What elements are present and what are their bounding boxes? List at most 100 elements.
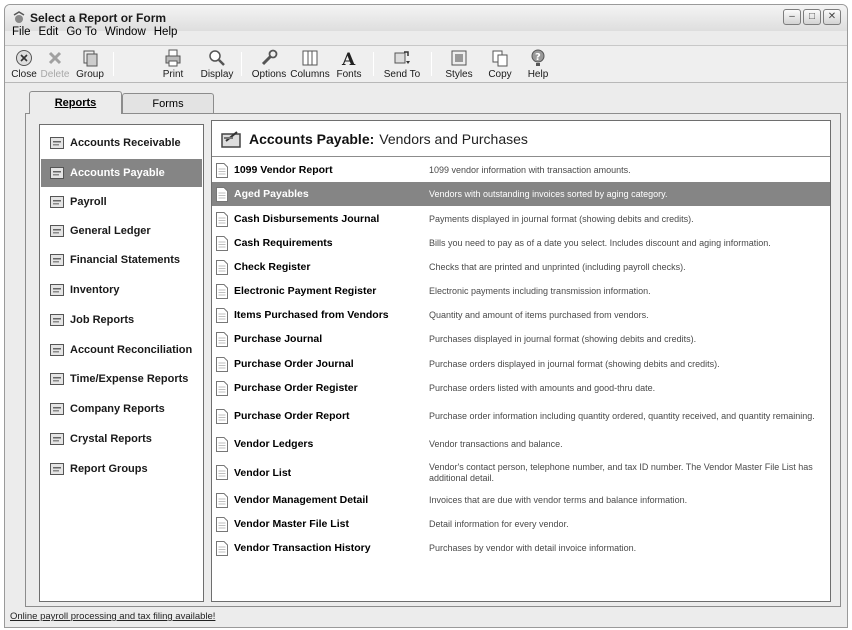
payroll-promo-link[interactable]: Online payroll processing and tax filing…	[10, 611, 215, 622]
tab-reports-label: Reports	[54, 97, 97, 109]
menu-file[interactable]: File	[8, 25, 35, 41]
report-description: Quantity and amount of items purchased f…	[429, 309, 649, 320]
report-name: Vendor Ledgers	[234, 438, 314, 450]
sidebar-item[interactable]: Account Reconciliation	[41, 336, 202, 364]
report-row[interactable]: Cash Disbursements Journal Payments displ…	[212, 207, 830, 231]
tab-reports[interactable]: Reports	[29, 91, 122, 114]
copy-button[interactable]: Copy	[485, 48, 515, 82]
report-row[interactable]: Purchase Order Journal Purchase orders di…	[212, 352, 830, 376]
window-title: Select a Report or Form	[30, 11, 167, 25]
report-name: 1099 Vendor Report	[234, 164, 333, 176]
report-row[interactable]: Check Register Checks that are printed an…	[212, 255, 830, 279]
report-name: Vendor Management Detail	[234, 494, 369, 506]
options-label: Options	[251, 69, 287, 80]
fonts-icon: A	[341, 50, 356, 68]
report-row[interactable]: Electronic Payment Register Electronic pa…	[212, 279, 830, 303]
report-description: Payments displayed in journal format (sh…	[429, 213, 694, 224]
report-row[interactable]: Cash Requirements Bills you need to pay a…	[212, 231, 830, 255]
menu-goto[interactable]: Go To	[62, 25, 100, 41]
fonts-button[interactable]: A Fonts	[335, 48, 363, 82]
sidebar-item-label: Payroll	[70, 196, 107, 208]
account-reconciliation-icon	[50, 344, 64, 356]
report-description: Detail information for every vendor.	[429, 518, 569, 529]
menu-window[interactable]: Window	[101, 25, 150, 41]
tab-forms[interactable]: Forms	[122, 93, 214, 113]
report-row[interactable]: Vendor Management Detail Invoices that ar…	[212, 488, 830, 512]
styles-icon	[451, 50, 467, 66]
copy-label: Copy	[488, 69, 512, 80]
report-description: Vendor transactions and balance.	[429, 438, 563, 449]
print-button[interactable]: Print	[161, 48, 185, 82]
tab-forms-label: Forms	[152, 97, 184, 110]
accounts-payable-header-icon	[221, 130, 241, 148]
help-button[interactable]: ? Help	[525, 48, 551, 82]
report-row[interactable]: Aged Payables Vendors with outstanding in…	[212, 182, 830, 206]
reports-panel: Accounts Receivable Accounts Payable Payro…	[25, 113, 841, 607]
report-row[interactable]: Vendor List Vendor's contact person, tele…	[212, 457, 830, 488]
report-description: Purchase orders displayed in journal for…	[429, 358, 720, 369]
sidebar-item-label: Job Reports	[70, 314, 135, 326]
report-description: Vendors with outstanding invoices sorted…	[429, 188, 668, 199]
report-row[interactable]: Purchase Journal Purchases displayed in j…	[212, 327, 830, 351]
report-name: Purchase Order Journal	[234, 358, 354, 370]
report-description: Purchases by vendor with detail invoice …	[429, 542, 637, 553]
report-description: Vendor's contact person, telephone numbe…	[429, 461, 813, 483]
delete-button[interactable]: Delete	[41, 48, 69, 82]
crystal-reports-icon	[50, 433, 64, 445]
report-description: 1099 vendor information with transaction…	[429, 164, 631, 175]
minimize-button[interactable]: ‒	[783, 9, 801, 25]
send-to-button[interactable]: Send To	[383, 48, 421, 82]
report-document-icon	[216, 436, 228, 452]
report-name: Purchase Order Register	[234, 382, 358, 394]
close-window-button[interactable]: ✕	[823, 9, 841, 25]
display-icon	[209, 50, 225, 66]
report-row[interactable]: Items Purchased from Vendors Quantity and…	[212, 303, 830, 327]
print-label: Print	[162, 69, 184, 80]
sidebar-item[interactable]: Payroll	[41, 188, 202, 216]
sidebar-item[interactable]: Accounts Receivable	[41, 129, 202, 157]
sidebar-item[interactable]: Report Groups	[41, 455, 202, 483]
sidebar-item[interactable]: Inventory	[41, 276, 202, 304]
report-row[interactable]: 1099 Vendor Report 1099 vendor informatio…	[212, 158, 830, 182]
options-button[interactable]: Options	[251, 48, 287, 82]
menu-help[interactable]: Help	[150, 25, 182, 41]
help-icon: ?	[531, 49, 545, 66]
report-row[interactable]: Purchase Order Register Purchase orders l…	[212, 376, 830, 400]
report-name: Vendor List	[234, 466, 292, 479]
menu-edit[interactable]: Edit	[35, 25, 63, 41]
styles-button[interactable]: Styles	[445, 48, 473, 82]
report-name: Cash Requirements	[234, 237, 333, 249]
report-description: Bills you need to pay as of a date you s…	[429, 237, 771, 248]
sidebar-item-label: General Ledger	[70, 225, 151, 237]
maximize-button[interactable]: □	[803, 9, 821, 25]
sidebar-item-label: Accounts Payable	[70, 167, 165, 179]
toolbar-separator	[431, 52, 432, 76]
sidebar-item[interactable]: Job Reports	[41, 306, 202, 334]
sidebar-item[interactable]: Crystal Reports	[41, 425, 202, 453]
svg-text:?: ?	[535, 52, 541, 63]
report-document-icon	[216, 516, 228, 532]
sidebar-item[interactable]: Accounts Payable	[41, 159, 202, 187]
report-document-icon	[216, 259, 228, 275]
group-label: Group	[76, 69, 104, 80]
report-document-icon	[216, 162, 228, 178]
display-button[interactable]: Display	[200, 48, 234, 82]
sidebar-item[interactable]: Time/Expense Reports	[41, 365, 202, 393]
close-label: Close	[11, 69, 37, 80]
columns-button[interactable]: Columns	[290, 48, 330, 82]
sidebar-item-label: Accounts Receivable	[70, 137, 181, 149]
sidebar-item[interactable]: General Ledger	[41, 217, 202, 245]
report-name: Vendor Master File List	[234, 518, 349, 530]
close-button[interactable]: Close	[11, 48, 37, 82]
report-row[interactable]: Purchase Order Report Purchase order info…	[212, 401, 830, 431]
report-row[interactable]: Vendor Master File List Detail informatio…	[212, 512, 830, 536]
group-button[interactable]: Group	[75, 48, 105, 82]
inventory-icon	[50, 284, 64, 296]
report-document-icon	[216, 380, 228, 396]
report-row[interactable]: Vendor Ledgers Vendor transactions and ba…	[212, 432, 830, 456]
report-description: Purchase order information including qua…	[429, 410, 815, 421]
options-icon	[261, 49, 278, 66]
report-row[interactable]: Vendor Transaction History Purchases by v…	[212, 536, 830, 560]
sidebar-item[interactable]: Financial Statements	[41, 246, 202, 274]
sidebar-item[interactable]: Company Reports	[41, 395, 202, 423]
